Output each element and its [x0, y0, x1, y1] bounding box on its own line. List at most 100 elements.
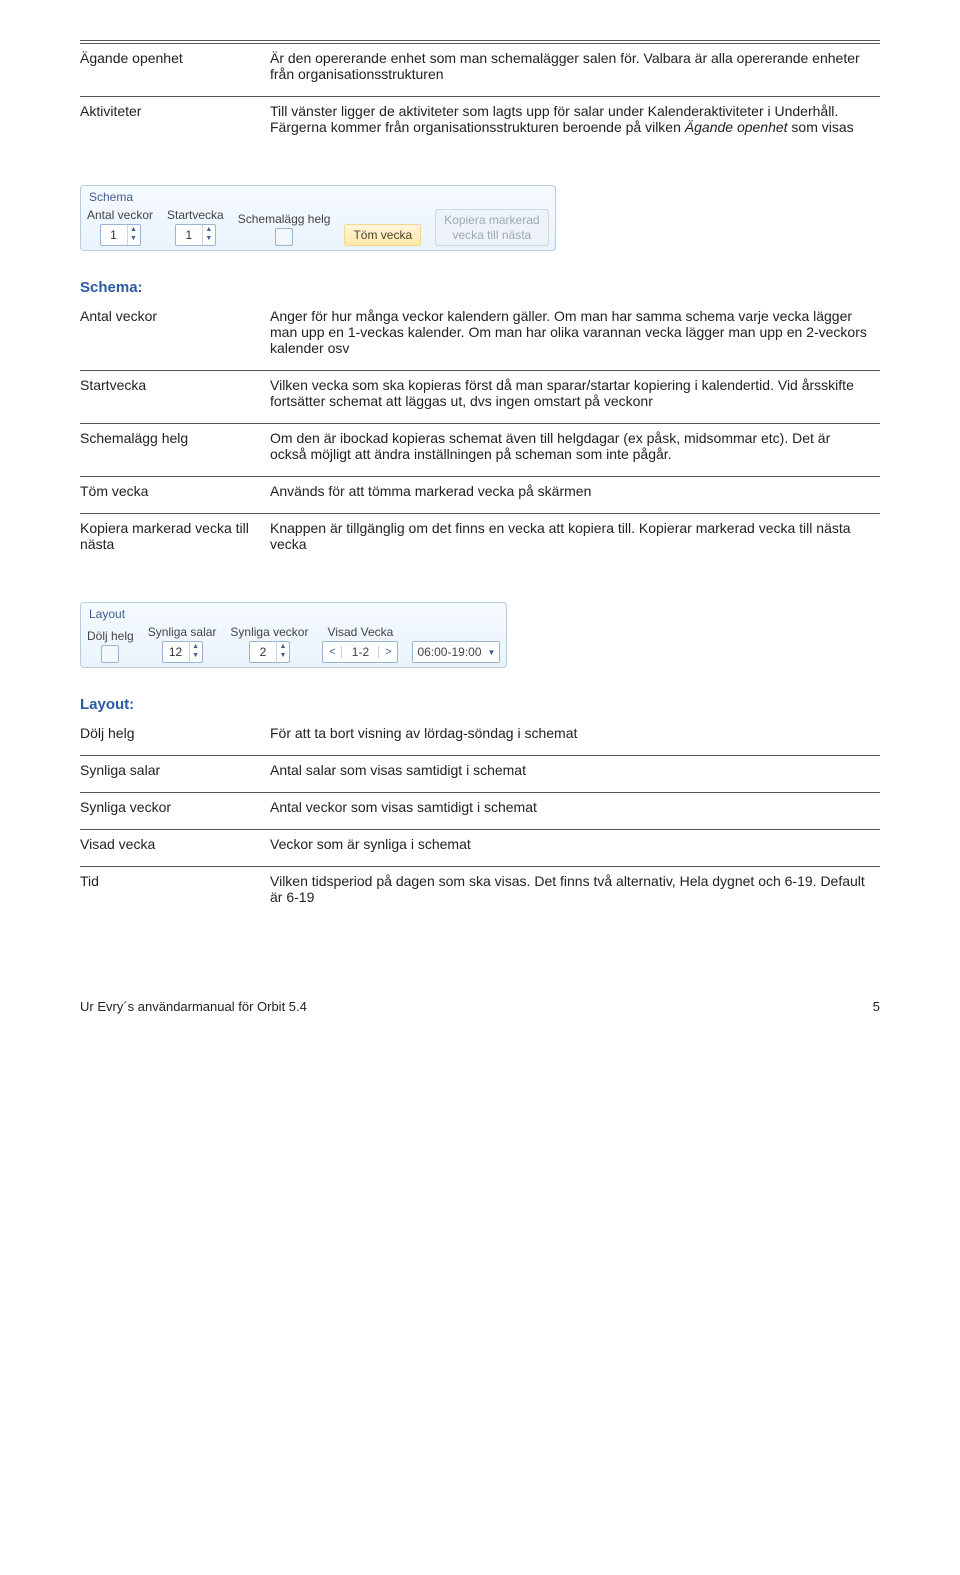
- label: Startvecka: [167, 208, 224, 222]
- table-row: Töm vecka Används för att tömma markerad…: [80, 477, 880, 514]
- chevron-down-icon[interactable]: ▼: [488, 648, 496, 657]
- definition-table-1: Ägande openhet Är den opererande enhet s…: [80, 44, 880, 149]
- chevron-up-icon[interactable]: ▲: [128, 225, 140, 234]
- chevron-up-icon[interactable]: ▲: [277, 642, 289, 651]
- desc-cell: Veckor som är synliga i schemat: [270, 830, 880, 867]
- footer-page-number: 5: [873, 999, 880, 1014]
- table-row: Synliga salar Antal salar som visas samt…: [80, 756, 880, 793]
- chevron-up-icon[interactable]: ▲: [190, 642, 202, 651]
- checkbox-dolj-helg[interactable]: [101, 645, 119, 663]
- table-row: Synliga veckor Antal veckor som visas sa…: [80, 793, 880, 830]
- term-cell: Aktiviteter: [80, 97, 270, 150]
- table-row: Kopiera markerad vecka till nästa Knappe…: [80, 514, 880, 567]
- table-row: Tid Vilken tidsperiod på dagen som ska v…: [80, 867, 880, 920]
- label: Synliga salar: [148, 625, 217, 639]
- spinner-startvecka[interactable]: 1 ▲▼: [175, 224, 216, 246]
- ribbon-schema: Schema Antal veckor 1 ▲▼ Startvecka 1 ▲▼…: [80, 185, 556, 251]
- chevron-left-icon[interactable]: <: [323, 646, 342, 658]
- desc-cell: Är den opererande enhet som man schemalä…: [270, 44, 880, 97]
- label: Visad Vecka: [328, 625, 394, 639]
- controls-row: Dölj helg Synliga salar 12 ▲▼ Synliga ve…: [87, 625, 500, 663]
- desc-cell: Används för att tömma markerad vecka på …: [270, 477, 880, 514]
- desc-cell: Anger för hur många veckor kalendern gäl…: [270, 302, 880, 371]
- desc-cell: Om den är ibockad kopieras schemat även …: [270, 424, 880, 477]
- spinner-antal-veckor[interactable]: 1 ▲▼: [100, 224, 141, 246]
- spinner-value: 1: [101, 225, 127, 245]
- table-row: Ägande openhet Är den opererande enhet s…: [80, 44, 880, 97]
- ribbon-group-title: Layout: [87, 607, 500, 621]
- control-schemalagg-helg: Schemalägg helg: [238, 212, 331, 246]
- dropdown-tid[interactable]: 06:00-19:00 ▼: [412, 641, 500, 663]
- control-startvecka: Startvecka 1 ▲▼: [167, 208, 224, 246]
- term-cell: Tid: [80, 867, 270, 920]
- label: Synliga veckor: [230, 625, 308, 639]
- chevron-up-icon[interactable]: ▲: [203, 225, 215, 234]
- label: Dölj helg: [87, 629, 134, 643]
- term-cell: Kopiera markerad vecka till nästa: [80, 514, 270, 567]
- definition-table-schema: Antal veckor Anger för hur många veckor …: [80, 302, 880, 566]
- desc-cell: Till vänster ligger de aktiviteter som l…: [270, 97, 880, 150]
- control-antal-veckor: Antal veckor 1 ▲▼: [87, 208, 153, 246]
- spinner-arrows[interactable]: ▲▼: [276, 642, 289, 662]
- page: Ägande openhet Är den opererande enhet s…: [0, 0, 960, 1044]
- chevron-down-icon[interactable]: ▼: [277, 651, 289, 660]
- term-cell: Synliga salar: [80, 756, 270, 793]
- controls-row: Antal veckor 1 ▲▼ Startvecka 1 ▲▼ Schema…: [87, 208, 549, 246]
- term-cell: Visad vecka: [80, 830, 270, 867]
- table-row: Visad vecka Veckor som är synliga i sche…: [80, 830, 880, 867]
- desc-cell: Antal salar som visas samtidigt i schema…: [270, 756, 880, 793]
- section-heading-layout: Layout:: [80, 696, 880, 713]
- term-cell: Startvecka: [80, 371, 270, 424]
- control-synliga-veckor: Synliga veckor 2 ▲▼: [230, 625, 308, 663]
- table-row: Schemalägg helg Om den är ibockad kopier…: [80, 424, 880, 477]
- spinner-value: 1: [176, 225, 202, 245]
- control-visad-vecka: Visad Vecka < 1-2 >: [322, 625, 398, 663]
- term-cell: Antal veckor: [80, 302, 270, 371]
- chevron-down-icon[interactable]: ▼: [190, 651, 202, 660]
- chevron-down-icon[interactable]: ▼: [128, 234, 140, 243]
- nav-value: 1-2: [342, 645, 378, 659]
- ribbon-layout: Layout Dölj helg Synliga salar 12 ▲▼ Syn…: [80, 602, 507, 668]
- term-cell: Synliga veckor: [80, 793, 270, 830]
- kopiera-vecka-button: Kopiera markerad vecka till nästa: [435, 209, 548, 246]
- chevron-down-icon[interactable]: ▼: [203, 234, 215, 243]
- button-line2: vecka till nästa: [453, 228, 532, 242]
- label: [455, 625, 458, 639]
- control-synliga-salar: Synliga salar 12 ▲▼: [148, 625, 217, 663]
- desc-cell: Knappen är tillgänglig om det finns en v…: [270, 514, 880, 567]
- term-cell: Ägande openhet: [80, 44, 270, 97]
- label: Schemalägg helg: [238, 212, 331, 226]
- spinner-synliga-veckor[interactable]: 2 ▲▼: [249, 641, 290, 663]
- definition-table-layout: Dölj helg För att ta bort visning av lör…: [80, 719, 880, 919]
- text: som visas: [788, 119, 854, 135]
- divider: [80, 40, 880, 41]
- control-tid: 06:00-19:00 ▼: [412, 625, 500, 663]
- nav-visad-vecka[interactable]: < 1-2 >: [322, 641, 398, 663]
- spinner-synliga-salar[interactable]: 12 ▲▼: [162, 641, 203, 663]
- term-cell: Schemalägg helg: [80, 424, 270, 477]
- tom-vecka-button[interactable]: Töm vecka: [344, 224, 421, 246]
- italic-text: Ägande openhet: [685, 119, 788, 135]
- desc-cell: För att ta bort visning av lördag-söndag…: [270, 719, 880, 756]
- checkbox-schemalagg-helg[interactable]: [275, 228, 293, 246]
- desc-cell: Vilken vecka som ska kopieras först då m…: [270, 371, 880, 424]
- spinner-arrows[interactable]: ▲▼: [202, 225, 215, 245]
- desc-cell: Vilken tidsperiod på dagen som ska visas…: [270, 867, 880, 920]
- button-line1: Kopiera markerad: [444, 213, 539, 227]
- table-row: Startvecka Vilken vecka som ska kopieras…: [80, 371, 880, 424]
- spinner-arrows[interactable]: ▲▼: [127, 225, 140, 245]
- dropdown-value: 06:00-19:00: [417, 645, 481, 659]
- chevron-right-icon[interactable]: >: [378, 646, 397, 658]
- spinner-value: 12: [163, 642, 189, 662]
- footer: Ur Evry´s användarmanual för Orbit 5.4 5: [80, 999, 880, 1014]
- footer-left: Ur Evry´s användarmanual för Orbit 5.4: [80, 999, 307, 1014]
- table-row: Antal veckor Anger för hur många veckor …: [80, 302, 880, 371]
- ribbon-group-title: Schema: [87, 190, 549, 204]
- term-cell: Dölj helg: [80, 719, 270, 756]
- desc-cell: Antal veckor som visas samtidigt i schem…: [270, 793, 880, 830]
- table-row: Aktiviteter Till vänster ligger de aktiv…: [80, 97, 880, 150]
- term-cell: Töm vecka: [80, 477, 270, 514]
- spinner-arrows[interactable]: ▲▼: [189, 642, 202, 662]
- table-row: Dölj helg För att ta bort visning av lör…: [80, 719, 880, 756]
- spinner-value: 2: [250, 642, 276, 662]
